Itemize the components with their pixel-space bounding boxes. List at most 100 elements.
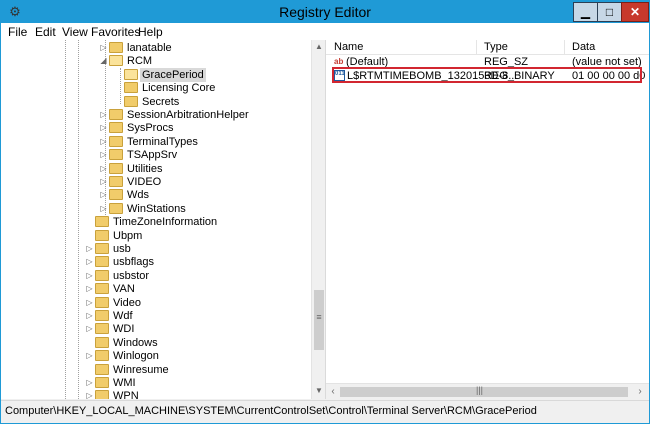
tree-item-licensing-core[interactable]: Licensing Core [1, 81, 309, 95]
tree-item-wdi[interactable]: ▷ WDI [1, 322, 309, 336]
tree-item-video[interactable]: ▷ Video [1, 296, 309, 310]
column-type[interactable]: Type [484, 41, 508, 53]
folder-icon [95, 229, 109, 241]
tree-item-usb[interactable]: ▷ usb [1, 242, 309, 256]
expand-arrow-icon[interactable]: ▷ [85, 389, 94, 399]
tree-item-winlogon[interactable]: ▷ Winlogon [1, 349, 309, 363]
minimize-button[interactable]: ▁ [573, 2, 598, 22]
tree-item-utilities[interactable]: ▷ Utilities [1, 162, 309, 176]
registry-key-tree[interactable]: ▲ ≡ ▼ ▷ lanatable ◢ RCM GracePeriod Licensing… [1, 40, 326, 399]
column-separator[interactable] [476, 40, 477, 54]
column-separator[interactable] [564, 40, 565, 54]
column-name[interactable]: Name [334, 41, 363, 53]
tree-item-lanatable[interactable]: ▷ lanatable [1, 41, 309, 55]
tree-item-label: Video [113, 296, 141, 309]
tree-item-wpn[interactable]: ▷ WPN [1, 389, 309, 399]
tree-item-label: TimeZoneInformation [113, 216, 218, 229]
expand-arrow-icon[interactable]: ▷ [85, 255, 94, 269]
folder-icon [95, 216, 109, 228]
tree-item-winstations[interactable]: ▷ WinStations [1, 202, 309, 216]
tree-item-tsappsrv[interactable]: ▷ TSAppSrv [1, 148, 309, 162]
tree-item-usbflags[interactable]: ▷ usbflags [1, 255, 309, 269]
expand-arrow-icon[interactable]: ▷ [99, 135, 108, 149]
column-data[interactable]: Data [572, 41, 595, 53]
tree-item-sysprocs[interactable]: ▷ SysProcs [1, 121, 309, 135]
scroll-grip-icon: ||| [476, 385, 484, 395]
expand-arrow-icon[interactable]: ▷ [85, 322, 94, 336]
scroll-left-arrow-icon[interactable]: ‹ [326, 386, 340, 397]
expand-arrow-icon[interactable]: ▷ [99, 148, 108, 162]
tree-item-label: Wds [127, 189, 149, 202]
window-title: Registry Editor [279, 4, 371, 20]
close-button[interactable]: ✕ [621, 2, 649, 22]
tree-item-van[interactable]: ▷ VAN [1, 282, 309, 296]
tree-item-timezoneinformation[interactable]: TimeZoneInformation [1, 215, 309, 229]
tree-item-graceperiod[interactable]: GracePeriod [1, 67, 309, 82]
tree-item-label: SysProcs [127, 122, 174, 135]
tree-item-label: usbflags [113, 256, 154, 269]
status-bar: Computer\HKEY_LOCAL_MACHINE\SYSTEM\Curre… [1, 400, 649, 423]
scroll-down-arrow-icon[interactable]: ▼ [312, 386, 325, 395]
scroll-right-arrow-icon[interactable]: › [633, 386, 647, 397]
tree-item-winresume[interactable]: Winresume [1, 363, 309, 377]
tree-item-label: Wdf [113, 310, 133, 322]
folder-icon [109, 162, 123, 174]
tree-item-label: usbstor [113, 269, 150, 282]
folder-icon [109, 176, 123, 187]
expand-arrow-icon[interactable]: ▷ [85, 296, 94, 310]
tree-item-label: RCM [127, 55, 153, 68]
menu-favorites[interactable]: Favorites [91, 25, 140, 39]
tree-item-label: Ubpm [113, 229, 143, 242]
folder-icon [109, 109, 123, 120]
expand-arrow-icon[interactable]: ▷ [99, 188, 108, 202]
values-horizontal-scrollbar[interactable]: ‹ ||| › [326, 383, 649, 399]
expand-arrow-icon[interactable]: ▷ [99, 175, 108, 189]
tree-item-label: lanatable [127, 42, 172, 54]
tree-item-label: Secrets [142, 95, 180, 108]
maximize-button[interactable]: □ [597, 2, 622, 22]
expand-arrow-icon[interactable]: ▷ [85, 282, 94, 296]
expand-arrow-icon[interactable]: ▷ [99, 121, 108, 135]
expand-arrow-icon[interactable]: ▷ [99, 41, 108, 55]
menu-view[interactable]: View [62, 25, 88, 39]
scroll-up-arrow-icon[interactable]: ▲ [312, 42, 325, 51]
tree-item-video[interactable]: ▷ VIDEO [1, 175, 309, 189]
expand-arrow-icon[interactable]: ▷ [99, 202, 108, 216]
tree-item-label: TerminalTypes [127, 135, 198, 148]
collapse-arrow-icon[interactable]: ◢ [99, 54, 108, 68]
title-bar[interactable]: ⚙ Registry Editor ▁ □ ✕ [1, 1, 649, 23]
expand-arrow-icon[interactable]: ▷ [85, 376, 94, 390]
menu-help[interactable]: Help [138, 25, 163, 39]
folder-icon [109, 135, 123, 147]
menu-edit[interactable]: Edit [35, 25, 56, 39]
registry-values-pane[interactable]: Name Type Data ab (Default) REG_SZ (valu… [326, 40, 649, 399]
tree-item-secrets[interactable]: Secrets [1, 95, 309, 109]
tree-item-wdf[interactable]: ▷ Wdf [1, 309, 309, 323]
folder-icon [95, 269, 109, 281]
menu-file[interactable]: File [8, 25, 27, 39]
registry-editor-window: ⚙ Registry Editor ▁ □ ✕ File Edit View F… [0, 0, 650, 424]
horizontal-scroll-thumb[interactable] [340, 387, 628, 397]
tree-item-wds[interactable]: ▷ Wds [1, 188, 309, 202]
tree-item-wmi[interactable]: ▷ WMI [1, 376, 309, 390]
tree-item-sessionarbitrationhelper[interactable]: ▷ SessionArbitrationHelper [1, 108, 309, 122]
tree-item-ubpm[interactable]: Ubpm [1, 229, 309, 243]
tree-item-rcm[interactable]: ◢ RCM [1, 54, 309, 68]
tree-item-label: WMI [113, 377, 136, 389]
tree-item-usbstor[interactable]: ▷ usbstor [1, 269, 309, 283]
tree-item-terminaltypes[interactable]: ▷ TerminalTypes [1, 135, 309, 149]
expand-arrow-icon[interactable]: ▷ [85, 309, 94, 323]
scroll-grip-icon: ≡ [316, 312, 322, 322]
folder-icon [109, 122, 123, 134]
folder-icon [95, 336, 109, 348]
expand-arrow-icon[interactable]: ▷ [99, 162, 108, 176]
expand-arrow-icon[interactable]: ▷ [85, 242, 94, 256]
tree-item-label: GracePeriod [140, 67, 206, 82]
status-path: Computer\HKEY_LOCAL_MACHINE\SYSTEM\Curre… [5, 405, 537, 417]
expand-arrow-icon[interactable]: ▷ [85, 269, 94, 283]
tree-item-windows[interactable]: Windows [1, 336, 309, 350]
expand-arrow-icon[interactable]: ▷ [85, 349, 94, 363]
expand-arrow-icon[interactable]: ▷ [99, 108, 108, 122]
tree-item-label: Winresume [113, 363, 169, 376]
tree-vertical-scrollbar[interactable]: ▲ ≡ ▼ [311, 40, 325, 399]
